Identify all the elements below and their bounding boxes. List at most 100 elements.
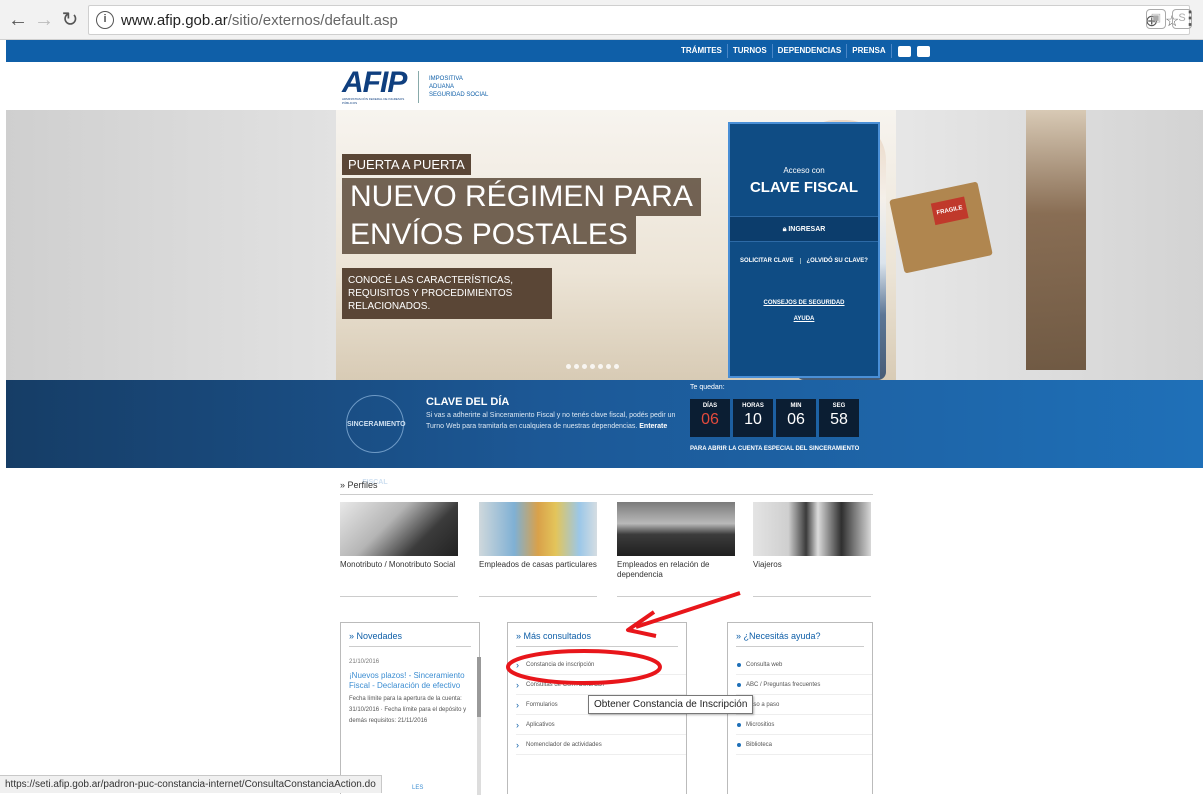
perfiles-heading: » Perfiles bbox=[340, 480, 378, 490]
perfil-caption: Monotributo / Monotributo Social bbox=[340, 560, 456, 569]
youtube-icon[interactable] bbox=[916, 45, 930, 57]
hero-description: CONOCÉ LAS CARACTERÍSTICAS, REQUISITOS Y… bbox=[342, 268, 552, 319]
solicitar-clave-link[interactable]: SOLICITAR CLAVE bbox=[740, 258, 793, 264]
ayuda-heading[interactable]: » ¿Necesitás ayuda? bbox=[728, 623, 872, 641]
info-icon[interactable]: i bbox=[96, 11, 114, 29]
countdown-minutes: MIN 06 bbox=[776, 399, 816, 437]
url-text: www.afip.gob.ar/sitio/externos/default.a… bbox=[121, 12, 398, 29]
consultas-cuit-link[interactable]: Consultas de CUIT/CUIL/CDI bbox=[516, 675, 686, 695]
hero-title-line1: NUEVO RÉGIMEN PARA bbox=[342, 178, 701, 216]
logo-divider bbox=[418, 71, 419, 103]
perfil-image bbox=[617, 502, 735, 556]
panel-divider bbox=[516, 646, 678, 647]
logo-line: SEGURIDAD SOCIAL bbox=[429, 92, 489, 98]
back-arrow-icon[interactable]: ← bbox=[6, 8, 30, 32]
perfil-card-viajeros[interactable]: Viajeros bbox=[753, 502, 871, 597]
perfil-caption: Empleados de casas particulares bbox=[479, 560, 597, 569]
mas-consultados-heading: » Más consultados bbox=[516, 631, 592, 641]
carousel-dots[interactable] bbox=[566, 364, 619, 369]
link-dependencias[interactable]: DEPENDENCIAS bbox=[773, 44, 848, 58]
perfil-image bbox=[753, 502, 871, 556]
counter-unit: HORAS bbox=[742, 403, 764, 409]
card-underline bbox=[479, 596, 597, 597]
clave-del-dia-band: SINCERAMIENTO FISCAL CLAVE DEL DÍA Si va… bbox=[6, 380, 1203, 486]
url-path: /sitio/externos/default.asp bbox=[227, 12, 398, 29]
novedades-scrollbar[interactable] bbox=[477, 657, 481, 795]
countdown-footer: PARA ABRIR LA CUENTA ESPECIAL DEL SINCER… bbox=[690, 446, 860, 452]
status-tail-text: LES bbox=[412, 785, 424, 791]
extension-icon[interactable]: ▣ bbox=[1146, 9, 1166, 29]
afip-logo[interactable]: AFIP ADMINISTRACIÓN FEDERAL DE INGRESOS … bbox=[342, 66, 489, 106]
perfil-image bbox=[479, 502, 597, 556]
card-underline bbox=[340, 596, 458, 597]
hero-courier-figure bbox=[1026, 110, 1086, 370]
three-dots-icon[interactable]: ⋮ bbox=[1181, 8, 1199, 29]
site-top-bar: TRÁMITES TURNOS DEPENDENCIAS PRENSA bbox=[6, 40, 1203, 62]
perfil-card-monotributo[interactable]: Monotributo / Monotributo Social bbox=[340, 502, 458, 597]
constancia-inscripcion-link[interactable]: Constancia de inscripción bbox=[516, 655, 686, 675]
clave-text-body: Si vas a adherirte al Sinceramiento Fisc… bbox=[426, 412, 676, 430]
counter-unit: SEG bbox=[832, 403, 846, 409]
logo-mark: AFIP bbox=[342, 66, 407, 99]
top-links: TRÁMITES TURNOS DEPENDENCIAS PRENSA bbox=[676, 40, 930, 62]
login-links: SOLICITAR CLAVE ¿OLVIDÓ SU CLAVE? bbox=[730, 258, 878, 264]
enterate-link[interactable]: Enterate bbox=[639, 423, 667, 430]
perfil-card-casas-particulares[interactable]: Empleados de casas particulares bbox=[479, 502, 597, 597]
counter-value: 06 bbox=[787, 411, 805, 428]
biblioteca-link[interactable]: Biblioteca bbox=[736, 735, 872, 755]
novedades-panel: » Novedades 21/10/2016 ¡Nuevos plazos! -… bbox=[340, 622, 481, 795]
aplicativos-link[interactable]: Aplicativos bbox=[516, 715, 686, 735]
perfil-caption: Viajeros bbox=[753, 560, 782, 569]
perfil-card-relacion-dependencia[interactable]: Empleados en relación de dependencia bbox=[617, 502, 735, 597]
fragile-label: FRAGILE bbox=[930, 196, 969, 226]
ayuda-link[interactable]: AYUDA bbox=[730, 316, 878, 322]
clave-fiscal-login: Acceso con CLAVE FISCAL 🔒︎ INGRESAR SOLI… bbox=[728, 122, 880, 378]
perfil-caption: Empleados en relación de dependencia bbox=[617, 560, 710, 579]
link-tooltip: Obtener Constancia de Inscripción bbox=[588, 695, 754, 714]
forward-arrow-icon[interactable]: → bbox=[32, 8, 56, 32]
micrositios-link[interactable]: Micrositios bbox=[736, 715, 872, 735]
login-label: Acceso con bbox=[783, 166, 825, 175]
counter-value: 10 bbox=[744, 411, 762, 428]
logo-line: ADUANA bbox=[429, 84, 455, 90]
nomenclador-link[interactable]: Nomenclador de actividades bbox=[516, 735, 686, 755]
te-quedan-label: Te quedan: bbox=[690, 384, 725, 391]
site-header: AFIP ADMINISTRACIÓN FEDERAL DE INGRESOS … bbox=[6, 62, 1203, 110]
sinceramiento-seal: SINCERAMIENTO FISCAL bbox=[346, 395, 406, 486]
consulta-web-link[interactable]: Consulta web bbox=[736, 655, 872, 675]
counter-unit: MIN bbox=[790, 403, 802, 409]
novedad-date: 21/10/2016 bbox=[349, 659, 380, 665]
abc-preguntas-link[interactable]: ABC / Preguntas frecuentes bbox=[736, 675, 872, 695]
hero-banner: FRAGILE PUERTA A PUERTA NUEVO RÉGIMEN PA… bbox=[6, 110, 1203, 380]
login-title: CLAVE FISCAL bbox=[749, 179, 859, 196]
countdown-hours: HORAS 10 bbox=[733, 399, 773, 437]
counter-value: 06 bbox=[701, 411, 719, 428]
link-tramites[interactable]: TRÁMITES bbox=[676, 44, 728, 58]
novedad-title-link[interactable]: ¡Nuevos plazos! - Sinceramiento Fiscal -… bbox=[349, 671, 467, 691]
clave-del-dia-title: CLAVE DEL DÍA bbox=[426, 396, 510, 408]
novedad-body: Fecha límite para la apertura de la cuen… bbox=[349, 696, 467, 724]
link-turnos[interactable]: TURNOS bbox=[728, 44, 773, 58]
paso-a-paso-link[interactable]: Paso a paso bbox=[736, 695, 872, 715]
countdown-days: DÍAS 06 bbox=[690, 399, 730, 437]
address-bar[interactable]: i www.afip.gob.ar/sitio/externos/default… bbox=[88, 5, 1190, 35]
scrollbar-thumb[interactable] bbox=[477, 657, 481, 717]
logo-subtitle: ADMINISTRACIÓN FEDERAL DE INGRESOS PÚBLI… bbox=[342, 97, 405, 105]
card-underline bbox=[617, 596, 735, 597]
novedades-heading[interactable]: » Novedades bbox=[341, 623, 479, 641]
link-prensa[interactable]: PRENSA bbox=[847, 44, 892, 58]
consejos-seguridad-link[interactable]: CONSEJOS DE SEGURIDAD bbox=[730, 300, 878, 306]
logo-line: IMPOSITIVA bbox=[429, 76, 463, 82]
browser-toolbar: ← → ↻ i www.afip.gob.ar/sitio/externos/d… bbox=[0, 0, 1203, 40]
ingresar-button[interactable]: 🔒︎ INGRESAR bbox=[730, 216, 878, 242]
hero-tag: PUERTA A PUERTA bbox=[342, 154, 471, 175]
reload-icon[interactable]: ↻ bbox=[58, 8, 82, 32]
olvido-clave-link[interactable]: ¿OLVIDÓ SU CLAVE? bbox=[799, 258, 868, 264]
status-bar-url: https://seti.afip.gob.ar/padron-puc-cons… bbox=[0, 775, 382, 793]
countdown-seconds: SEG 58 bbox=[819, 399, 859, 437]
clave-del-dia-text: Si vas a adherirte al Sinceramiento Fisc… bbox=[426, 410, 681, 432]
panel-divider bbox=[349, 646, 471, 647]
panel-divider bbox=[736, 646, 864, 647]
twitter-icon[interactable] bbox=[897, 45, 911, 57]
card-underline bbox=[753, 596, 871, 597]
